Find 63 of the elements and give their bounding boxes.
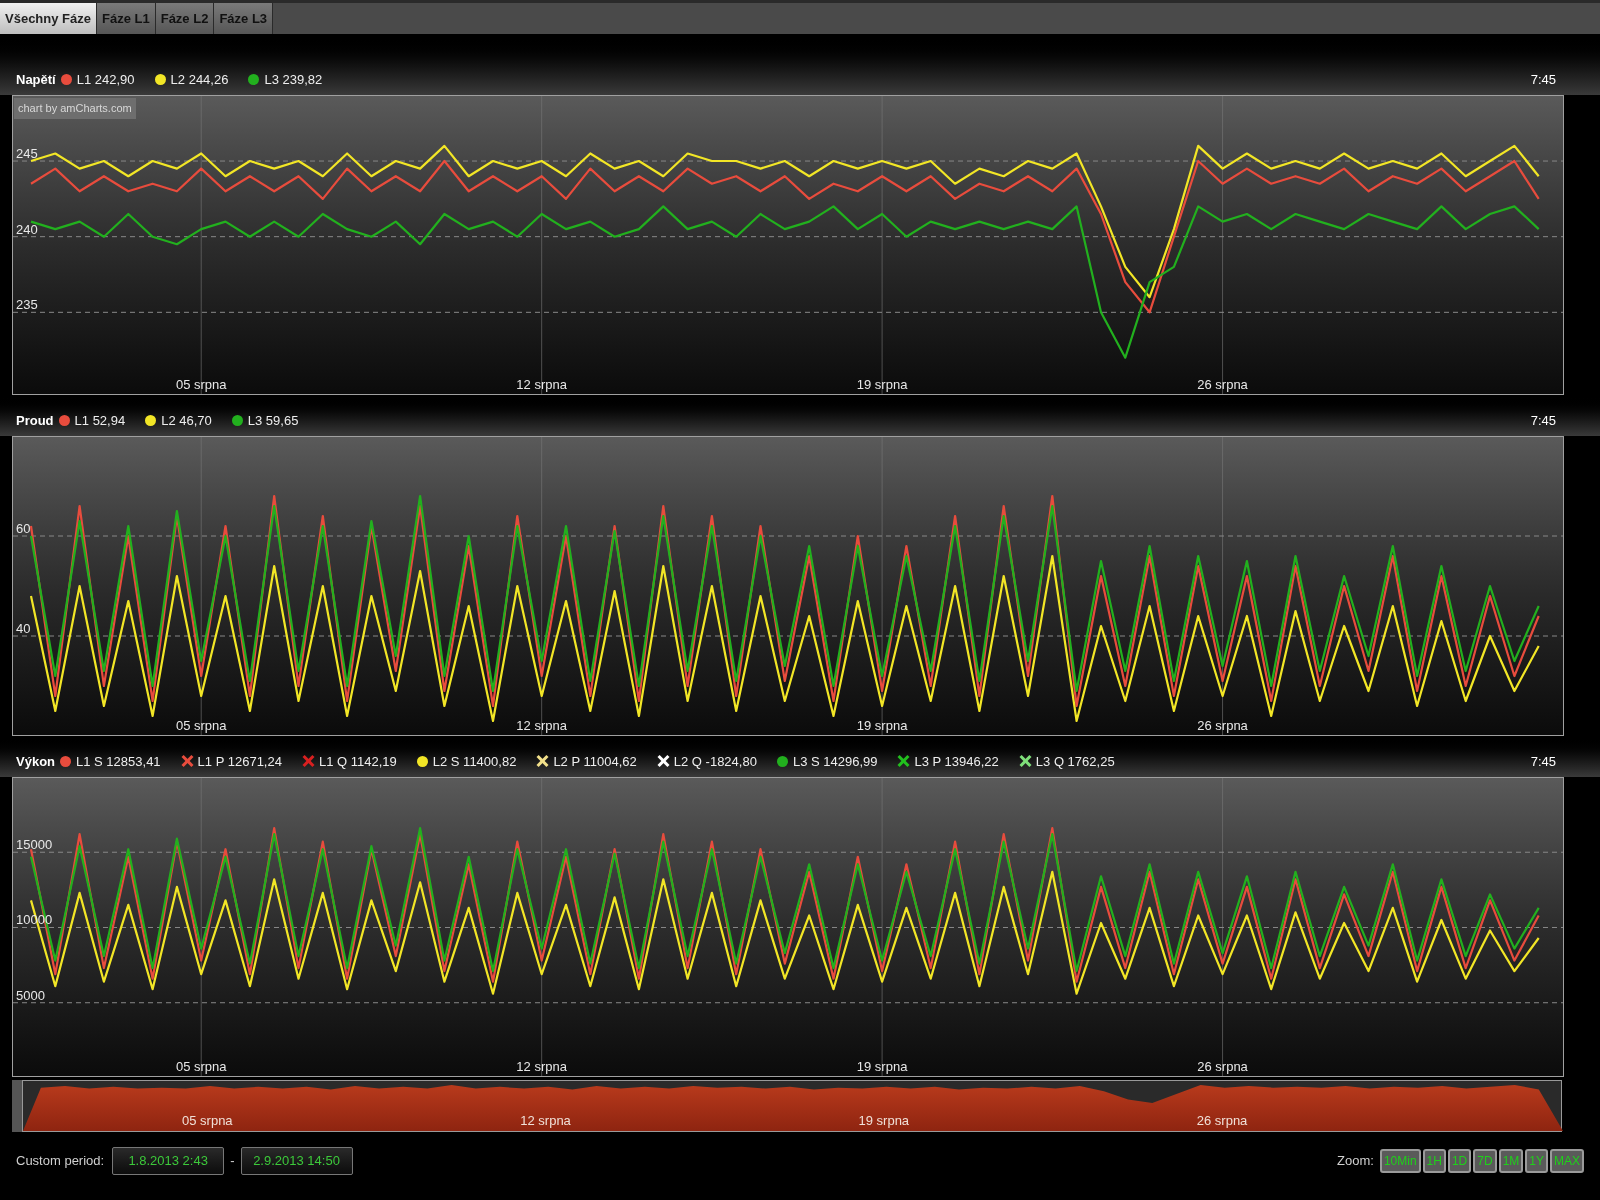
chart-title: Napětí	[16, 70, 56, 89]
legend-label: L3 S 14296,99	[792, 752, 878, 771]
axis-label: 12 srpna	[516, 1059, 567, 1074]
zoom-button[interactable]: MAX	[1550, 1149, 1584, 1173]
legend-label: L2 S 11400,82	[432, 752, 517, 771]
tab[interactable]: Fáze L3	[214, 3, 274, 34]
axis-label: 240	[16, 221, 38, 237]
tab[interactable]: Fáze L1	[97, 3, 156, 34]
range-separator: -	[230, 1152, 235, 1171]
axis-label: 26 srpna	[1197, 1059, 1248, 1074]
legend-label: L1 P 12671,24	[197, 752, 282, 771]
axis-label: 235	[16, 297, 38, 313]
axis-label: 26 srpna	[1197, 718, 1248, 733]
axis-label: 05 srpna	[175, 377, 227, 392]
zoom-button[interactable]: 1Y	[1525, 1149, 1548, 1173]
legend-label: L1 S 12853,41	[76, 752, 161, 771]
axis-label: 245	[16, 146, 38, 162]
axis-label: 26 srpna	[1197, 377, 1248, 392]
axis-label: 05 srpna	[175, 1059, 227, 1074]
axis-label: 60	[16, 521, 31, 536]
axis-label: 19 srpna	[856, 377, 908, 392]
time-label: 7:45	[1530, 411, 1556, 430]
axis-label: 05 srpna	[175, 718, 227, 733]
legend-label: L2 46,70	[161, 411, 212, 430]
legend-label: L1 242,90	[76, 70, 135, 89]
date-field[interactable]: 2.9.2013 14:50	[240, 1147, 353, 1175]
legend-label: L3 P 13946,22	[914, 752, 999, 771]
axis-label: 40	[16, 621, 31, 636]
chart-title: Proud	[16, 411, 54, 430]
chart-credit[interactable]: chart by amCharts.com	[14, 98, 136, 119]
legend-label: L3 Q 1762,25	[1035, 752, 1115, 771]
axis-label: 5000	[16, 987, 45, 1003]
chart-title: Výkon	[16, 752, 55, 771]
navigator-handle[interactable]	[12, 1080, 22, 1132]
axis-label: 19 srpna	[856, 718, 908, 733]
date-field[interactable]: 1.8.2013 2:43	[112, 1147, 225, 1175]
axis-label: 12 srpna	[516, 377, 567, 392]
legend-label: L2 244,26	[170, 70, 229, 89]
axis-label: 15000	[16, 837, 53, 853]
zoom-button[interactable]: 7D	[1473, 1149, 1497, 1173]
zoom-button[interactable]: 1D	[1447, 1149, 1472, 1173]
axis-label: 26 srpna	[1196, 1111, 1248, 1130]
legend-label: L1 Q 1142,19	[318, 752, 397, 771]
tab[interactable]: Všechny Fáze	[0, 3, 97, 34]
axis-label: 12 srpna	[516, 718, 567, 733]
legend-label: L2 Q -1824,80	[673, 752, 757, 771]
zoom-label: Zoom:	[1337, 1152, 1374, 1171]
zoom-button[interactable]: 10Min	[1379, 1149, 1421, 1173]
legend-label: L3 59,65	[247, 411, 299, 430]
navigator-panel[interactable]: 05 srpna 12 srpna 19 srpna 26 srpna	[22, 1080, 1562, 1132]
period-label: Custom period:	[16, 1152, 105, 1171]
zoom-button[interactable]: 1H	[1422, 1149, 1446, 1173]
tab[interactable]: Fáze L2	[155, 3, 215, 34]
axis-label: 05 srpna	[182, 1111, 233, 1130]
time-label: 7:45	[1530, 752, 1556, 771]
legend-label: L3 239,82	[264, 70, 323, 89]
axis-label: 19 srpna	[856, 1059, 908, 1074]
axis-label: 19 srpna	[858, 1111, 910, 1130]
legend-label: L1 52,94	[74, 411, 126, 430]
axis-label: 12 srpna	[520, 1111, 571, 1130]
time-label: 7:45	[1530, 70, 1556, 89]
zoom-button[interactable]: 1M	[1498, 1149, 1524, 1173]
legend-label: L2 P 11004,62	[553, 752, 637, 771]
